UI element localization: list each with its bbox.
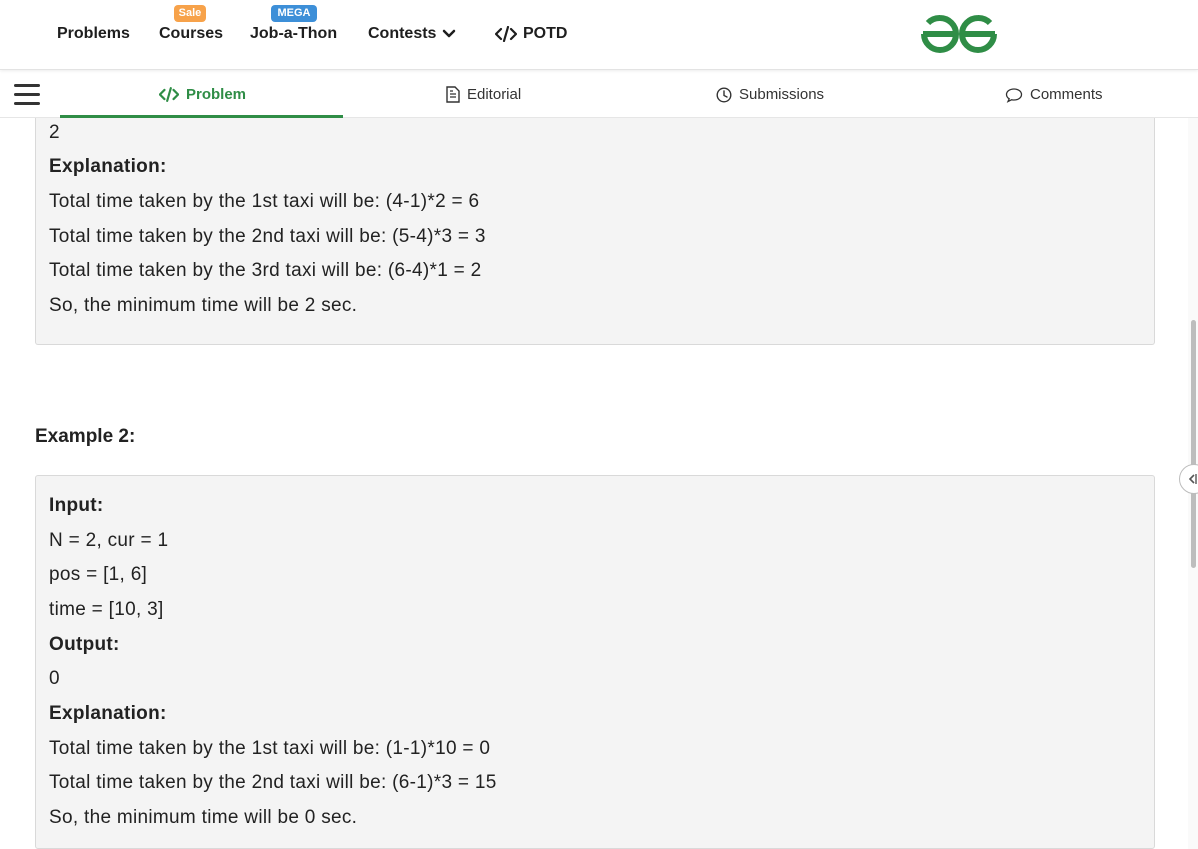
tab-editorial[interactable]: Editorial <box>446 86 521 103</box>
nav-potd-label: POTD <box>523 25 568 42</box>
example-2-explanation-label: Explanation: <box>49 703 167 724</box>
collapse-arrow-icon <box>1188 474 1197 484</box>
nav-problems[interactable]: Problems <box>57 25 130 43</box>
tab-problem[interactable]: Problem <box>159 86 246 103</box>
clock-icon <box>716 86 732 103</box>
document-icon <box>446 86 460 103</box>
sale-badge: Sale <box>174 5 206 22</box>
nav-courses[interactable]: Courses <box>159 25 223 43</box>
example-2-line-1: Total time taken by the 1st taxi will be… <box>49 738 491 759</box>
example-1-output-value: 2 <box>49 122 60 143</box>
top-nav: Problems Sale Courses MEGA Job-a-Thon Co… <box>0 0 1198 70</box>
example-1-box: 2 Explanation: Total time taken by the 1… <box>35 118 1155 345</box>
example-1-line-2: Total time taken by the 2nd taxi will be… <box>49 226 486 247</box>
example-1-line-4: So, the minimum time will be 2 sec. <box>49 295 358 316</box>
problem-content: 2 Explanation: Total time taken by the 1… <box>0 118 1185 849</box>
example-2-line-3: So, the minimum time will be 0 sec. <box>49 807 358 828</box>
example-2-input-label: Input: <box>49 495 104 516</box>
menu-icon[interactable] <box>14 84 40 106</box>
code-icon <box>495 26 517 42</box>
nav-potd[interactable]: POTD <box>495 25 567 43</box>
chevron-down-icon <box>443 29 456 38</box>
example-1-line-3: Total time taken by the 3rd taxi will be… <box>49 260 482 281</box>
example-2-box: Input: N = 2, cur = 1 pos = [1, 6] time … <box>35 475 1155 849</box>
mega-badge: MEGA <box>271 5 317 22</box>
example-2-heading: Example 2: <box>35 426 136 447</box>
tab-comments[interactable]: Comments <box>1005 86 1103 103</box>
nav-job-a-thon[interactable]: Job-a-Thon <box>250 25 337 43</box>
example-1-explanation-label: Explanation: <box>49 156 167 177</box>
tab-submissions[interactable]: Submissions <box>716 86 824 103</box>
tab-submissions-label: Submissions <box>739 86 825 103</box>
active-tab-indicator <box>60 115 343 118</box>
scrollbar-thumb[interactable] <box>1191 320 1196 568</box>
tab-editorial-label: Editorial <box>467 86 522 103</box>
example-2-input-line-1: N = 2, cur = 1 <box>49 530 169 551</box>
example-2-input-line-3: time = [10, 3] <box>49 599 164 620</box>
comment-icon <box>1005 87 1023 103</box>
gfg-logo[interactable] <box>918 12 1000 56</box>
example-1-line-1: Total time taken by the 1st taxi will be… <box>49 191 480 212</box>
problem-tabs: Problem Editorial Submissions Comments <box>0 70 1198 118</box>
example-2-input-line-2: pos = [1, 6] <box>49 564 148 585</box>
code-icon <box>159 87 179 102</box>
tab-problem-label: Problem <box>186 86 247 103</box>
example-2-output-value: 0 <box>49 668 60 689</box>
nav-contests-label: Contests <box>368 25 437 42</box>
example-2-output-label: Output: <box>49 634 120 655</box>
example-2-line-2: Total time taken by the 2nd taxi will be… <box>49 772 497 793</box>
tab-comments-label: Comments <box>1030 86 1103 103</box>
nav-contests[interactable]: Contests <box>368 25 456 43</box>
